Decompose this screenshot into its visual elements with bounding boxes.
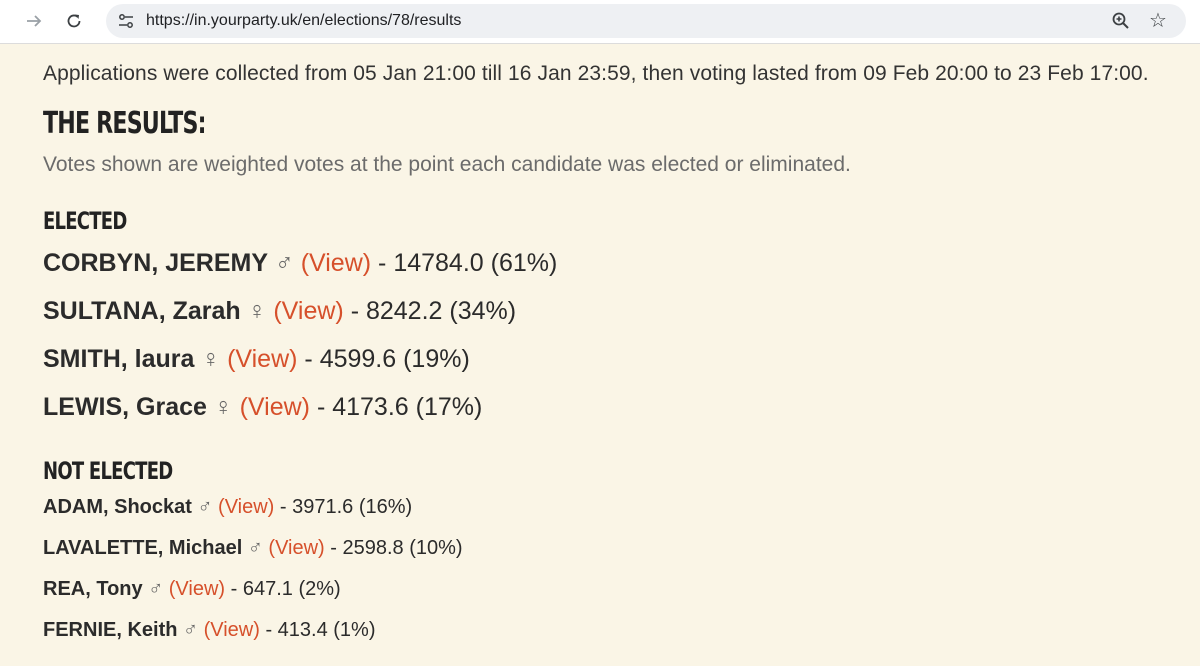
view-link[interactable]: (View): [301, 249, 371, 277]
gender-icon: ♂: [148, 578, 164, 600]
candidate-votes: - 3971.6 (16%): [279, 496, 413, 518]
gender-icon: ♀: [201, 345, 221, 373]
bookmark-button[interactable]: ☆: [1146, 8, 1170, 32]
view-link[interactable]: (View): [204, 619, 260, 641]
candidate-name: LAVALETTE, Michael: [43, 537, 243, 559]
elected-list: CORBYN, JEREMY ♂ (View) - 14784.0 (61%) …: [43, 239, 1193, 431]
gender-icon: ♂: [275, 249, 294, 277]
weighted-votes-note: Votes shown are weighted votes at the po…: [43, 153, 851, 176]
not-elected-candidate: FERNIE, Keith ♂ (View) - 413.4 (1%): [43, 610, 1193, 651]
election-timeline-text: Applications were collected from 05 Jan …: [43, 62, 1149, 85]
view-link[interactable]: (View): [268, 537, 324, 559]
results-page: Applications were collected from 05 Jan …: [43, 44, 1193, 651]
not-elected-candidate: REA, Tony ♂ (View) - 647.1 (2%): [43, 569, 1193, 610]
not-elected-candidate: ADAM, Shockat ♂ (View) - 3971.6 (16%): [43, 487, 1193, 528]
reload-icon: [67, 14, 81, 28]
candidate-name: CORBYN, JEREMY: [43, 249, 269, 277]
elected-candidate: LEWIS, Grace ♀ (View) - 4173.6 (17%): [43, 383, 1193, 431]
results-heading: THE RESULTS:: [43, 106, 206, 141]
zoom-in-icon: [1112, 12, 1129, 29]
candidate-votes: - 4173.6 (17%): [316, 393, 483, 421]
site-info-button[interactable]: [116, 11, 136, 31]
candidate-votes: - 4599.6 (19%): [304, 345, 470, 373]
candidate-name: SULTANA, Zarah: [43, 297, 241, 325]
gender-icon: ♀: [213, 393, 233, 421]
view-link[interactable]: (View): [227, 345, 297, 373]
candidate-votes: - 14784.0 (61%): [378, 249, 558, 277]
zoom-button[interactable]: [1110, 10, 1132, 32]
elected-candidate: CORBYN, JEREMY ♂ (View) - 14784.0 (61%): [43, 239, 1193, 287]
candidate-name: FERNIE, Keith: [43, 619, 178, 641]
not-elected-list: ADAM, Shockat ♂ (View) - 3971.6 (16%) LA…: [43, 487, 1193, 651]
candidate-votes: - 8242.2 (34%): [350, 297, 517, 325]
candidate-name: SMITH, laura: [43, 345, 195, 373]
view-link[interactable]: (View): [218, 496, 274, 518]
gender-icon: ♂: [247, 537, 263, 559]
arrow-right-icon: [27, 15, 42, 27]
gender-icon: ♂: [197, 496, 213, 518]
gender-icon: ♂: [183, 619, 199, 641]
gender-icon: ♀: [247, 297, 267, 325]
view-link[interactable]: (View): [169, 578, 225, 600]
reload-button[interactable]: [60, 7, 88, 35]
not-elected-heading: NOT ELECTED: [43, 457, 173, 485]
elected-candidate: SULTANA, Zarah ♀ (View) - 8242.2 (34%): [43, 287, 1193, 335]
tune-icon: [119, 14, 133, 28]
candidate-name: LEWIS, Grace: [43, 393, 207, 421]
view-link[interactable]: (View): [273, 297, 343, 325]
browser-toolbar: https://in.yourparty.uk/en/elections/78/…: [0, 0, 1200, 44]
candidate-name: ADAM, Shockat: [43, 496, 192, 518]
view-link[interactable]: (View): [240, 393, 310, 421]
not-elected-candidate: LAVALETTE, Michael ♂ (View) - 2598.8 (10…: [43, 528, 1193, 569]
star-icon: ☆: [1149, 9, 1167, 32]
candidate-votes: - 413.4 (1%): [265, 619, 376, 641]
elected-heading: ELECTED: [43, 207, 127, 235]
candidate-name: REA, Tony: [43, 578, 143, 600]
url-text[interactable]: https://in.yourparty.uk/en/elections/78/…: [146, 12, 461, 30]
candidate-votes: - 2598.8 (10%): [330, 537, 463, 559]
address-bar[interactable]: https://in.yourparty.uk/en/elections/78/…: [106, 4, 1186, 38]
elected-candidate: SMITH, laura ♀ (View) - 4599.6 (19%): [43, 335, 1193, 383]
candidate-votes: - 647.1 (2%): [230, 578, 341, 600]
forward-button[interactable]: [20, 7, 48, 35]
